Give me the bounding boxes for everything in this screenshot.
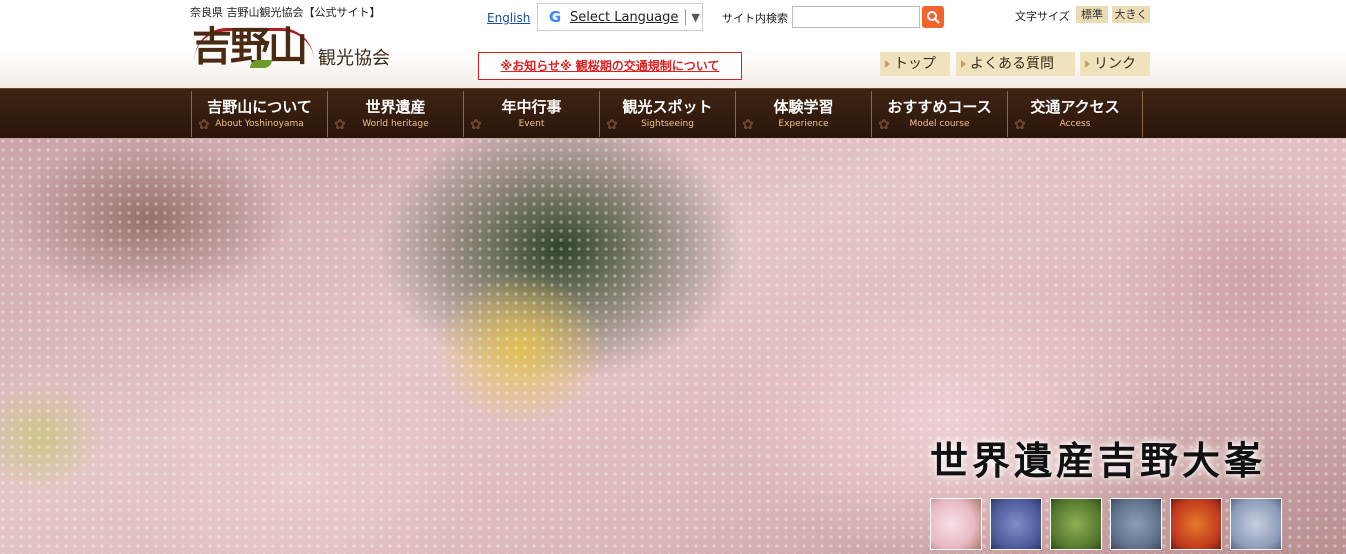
sakura-icon: ✿	[1014, 117, 1026, 133]
nav-item-event[interactable]: ✿ 年中行事 Event	[463, 91, 599, 137]
font-size-label: 文字サイズ	[1015, 10, 1070, 23]
search-button[interactable]	[922, 6, 944, 28]
thumbnail-snow-temple[interactable]	[1230, 498, 1282, 550]
sakura-icon: ✿	[742, 117, 754, 133]
site-logo[interactable]: 吉野山 観光協会	[192, 20, 422, 78]
nav-item-about[interactable]: ✿ 吉野山について About Yoshinoyama	[191, 91, 327, 137]
nav-item-label: 年中行事	[501, 98, 562, 116]
nav-item-sublabel: Access	[1059, 119, 1091, 129]
nav-item-label: 体験学習	[773, 98, 834, 116]
nav-item-label: 吉野山について	[207, 98, 312, 116]
logo-main-text: 吉野山	[192, 23, 308, 70]
nav-item-model-course[interactable]: ✿ おすすめコース Model course	[871, 91, 1007, 137]
google-g-icon: G	[548, 8, 562, 26]
global-nav: ✿ 吉野山について About Yoshinoyama ✿ 世界遺産 World…	[0, 88, 1346, 139]
logo-sub-text: 観光協会	[318, 48, 390, 69]
site-tagline: 奈良県 吉野山観光協会【公式サイト】	[190, 6, 381, 19]
nav-item-world-heritage[interactable]: ✿ 世界遺産 World heritage	[327, 91, 463, 137]
english-link[interactable]: English	[487, 11, 530, 25]
sakura-icon: ✿	[878, 117, 890, 133]
nav-item-label: 交通アクセス	[1030, 98, 1120, 116]
season-thumbnails	[930, 498, 1282, 550]
sakura-icon: ✿	[334, 117, 346, 133]
translate-label: Select Language	[570, 9, 679, 25]
hero-image-cherry-blossom-mountain: 世界遺産吉野大峯	[0, 138, 1346, 554]
thumbnail-autumn-leaves[interactable]	[1170, 498, 1222, 550]
font-size-normal-button[interactable]: 標準	[1076, 6, 1108, 23]
nav-item-sublabel: World heritage	[362, 119, 429, 129]
hero-blossom-texture	[0, 138, 1346, 554]
thumbnail-greenery[interactable]	[1050, 498, 1102, 550]
site-search-input[interactable]	[792, 6, 920, 28]
sakura-icon: ✿	[470, 117, 482, 133]
thumbnail-hydrangea[interactable]	[990, 498, 1042, 550]
util-link-faq[interactable]: よくある質問	[956, 52, 1075, 76]
util-link-top[interactable]: トップ	[880, 52, 950, 76]
traffic-notice-link[interactable]: ※お知らせ※ 観桜期の交通規制について	[478, 52, 742, 80]
nav-item-sublabel: About Yoshinoyama	[215, 119, 304, 129]
dropdown-arrow-icon: ▼	[691, 10, 700, 24]
nav-item-sublabel: Experience	[778, 119, 829, 129]
site-header: 奈良県 吉野山観光協会【公式サイト】 吉野山 観光協会 English G Se…	[0, 0, 1346, 88]
google-translate-select[interactable]: G Select Language ▼	[537, 3, 703, 31]
search-icon	[927, 11, 940, 24]
nav-item-sublabel: Sightseeing	[641, 119, 694, 129]
nav-item-label: 観光スポット	[622, 98, 713, 116]
sakura-icon: ✿	[606, 117, 618, 133]
nav-item-experience[interactable]: ✿ 体験学習 Experience	[735, 91, 871, 137]
nav-item-sublabel: Event	[518, 119, 545, 129]
nav-item-sightseeing[interactable]: ✿ 観光スポット Sightseeing	[599, 91, 735, 137]
hero-caption: 世界遺産吉野大峯	[930, 438, 1267, 483]
translate-divider	[685, 9, 687, 25]
font-size-large-button[interactable]: 大きく	[1112, 6, 1150, 23]
nav-item-sublabel: Model course	[909, 119, 970, 129]
util-link-links[interactable]: リンク	[1080, 52, 1150, 76]
thumbnail-cherry-blossom[interactable]	[930, 498, 982, 550]
thumbnail-winter-town[interactable]	[1110, 498, 1162, 550]
sakura-icon: ✿	[198, 117, 210, 133]
site-search-label: サイト内検索	[722, 12, 788, 25]
nav-item-label: 世界遺産	[365, 98, 426, 116]
nav-item-label: おすすめコース	[887, 98, 992, 116]
nav-item-access[interactable]: ✿ 交通アクセス Access	[1007, 91, 1143, 137]
